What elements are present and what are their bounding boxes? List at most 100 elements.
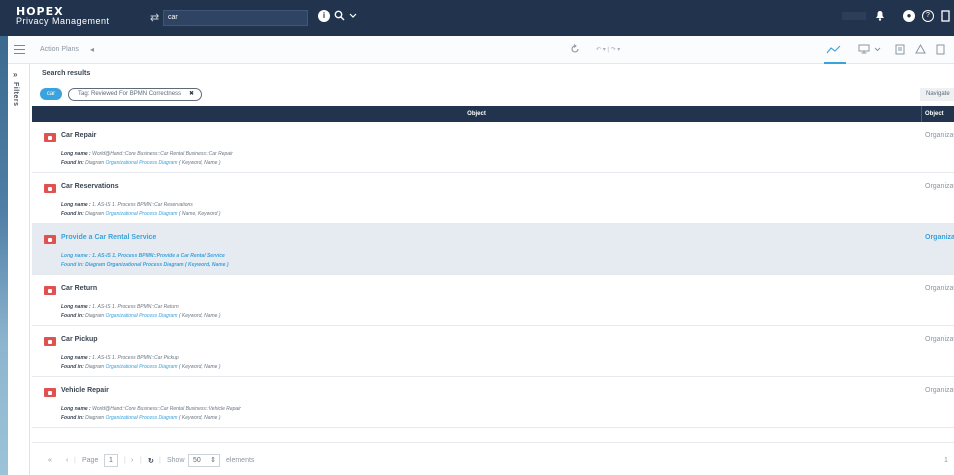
object-name-link[interactable]: Provide a Car Rental Service <box>61 234 156 241</box>
organizational-process-icon <box>44 235 56 244</box>
warning-icon[interactable] <box>915 43 926 58</box>
long-name: Long name : 1. AS-IS 1. Process BPMN::Ca… <box>61 355 179 361</box>
page-number-input[interactable]: 1 <box>104 454 118 467</box>
organizational-process-icon <box>44 337 56 346</box>
long-name: Long name : 1. AS-IS 1. Process BPMN::Ca… <box>61 304 179 310</box>
object-name-link[interactable]: Car Repair <box>61 132 96 139</box>
chart-icon[interactable] <box>826 44 842 58</box>
long-name-label: Long name : <box>61 253 91 259</box>
info-icon[interactable]: i <box>318 10 330 22</box>
search-term-chip[interactable]: car <box>40 88 62 100</box>
user-icon[interactable]: ● <box>903 10 915 22</box>
column-header-object[interactable]: Object <box>32 106 922 122</box>
organizational-process-icon <box>44 184 56 193</box>
long-name-value: World@Hand::Core Business::Car Rental Bu… <box>90 406 241 412</box>
long-name: Long name : 1. AS-IS 1. Process BPMN::Pr… <box>61 253 225 259</box>
found-in-value: Diagram <box>83 313 106 319</box>
tag-filter-chip[interactable]: Tag: Reviewed For BPMN Correctness ✖ <box>68 88 203 101</box>
tag-filter-label: Tag: Reviewed For BPMN Correctness <box>78 91 182 97</box>
document-icon[interactable] <box>895 44 905 59</box>
search-scope-icon[interactable]: ⇄ <box>150 11 159 24</box>
stepper-icon[interactable]: ⇕ <box>210 455 216 466</box>
help-icon[interactable]: ? <box>922 10 934 22</box>
filters-panel-toggle[interactable]: » Filters <box>8 64 30 475</box>
diagram-link[interactable]: Organizational Process Diagram <box>105 211 177 217</box>
diagram-link[interactable]: Organizational Process Diagram <box>105 160 177 166</box>
organizational-process-icon <box>44 133 56 142</box>
first-page-icon[interactable]: « <box>48 457 52 464</box>
organizational-process-icon <box>44 388 56 397</box>
object-type: Organizational <box>925 132 954 139</box>
table-row[interactable]: Provide a Car Rental Service Long name :… <box>32 224 954 275</box>
top-bar: HOPEX Privacy Management ⇄ car i ● ? <box>0 0 954 36</box>
long-name: Long name : World@Hand::Core Business::C… <box>61 406 241 412</box>
table-row[interactable]: Car Return Long name : 1. AS-IS 1. Proce… <box>32 275 954 326</box>
monitor-icon[interactable] <box>858 44 870 58</box>
long-name-value: 1. AS-IS 1. Process BPMN::Car Pickup <box>90 355 179 361</box>
refresh-icon[interactable]: ↻ <box>148 457 154 465</box>
long-name-value: World@Hand::Core Business::Car Rental Bu… <box>90 151 233 157</box>
object-type: Organizational <box>925 285 954 292</box>
object-name-link[interactable]: Car Pickup <box>61 336 98 343</box>
object-name-link[interactable]: Car Reservations <box>61 183 119 190</box>
show-label: Show <box>167 457 185 464</box>
expand-chevron-icon[interactable]: » <box>13 70 17 79</box>
workspace-toolbar: Action Plans ◂ ↶ ▾ | ↷ ▾ <box>8 36 954 64</box>
organizational-process-icon <box>44 286 56 295</box>
previous-page-icon[interactable]: ‹ <box>66 457 68 464</box>
diagram-link[interactable]: Organizational Process Diagram <box>105 415 177 421</box>
long-name-label: Long name : <box>61 202 91 208</box>
table-row[interactable]: Car Reservations Long name : 1. AS-IS 1.… <box>32 173 954 224</box>
breadcrumb[interactable]: Action Plans <box>40 46 79 53</box>
report-icon[interactable] <box>936 44 945 59</box>
bell-icon[interactable] <box>875 10 885 26</box>
search-icon[interactable] <box>334 10 345 26</box>
object-type: Organizational <box>925 387 954 394</box>
object-type: Organizational <box>925 336 954 343</box>
next-page-icon[interactable]: › <box>131 457 133 464</box>
navigate-button[interactable]: Navigate <box>920 88 954 101</box>
table-row[interactable]: Car Pickup Long name : 1. AS-IS 1. Proce… <box>32 326 954 377</box>
user-name <box>842 12 866 20</box>
table-row[interactable]: Car Repair Long name : World@Hand::Core … <box>32 122 954 173</box>
elements-label: elements <box>226 457 255 464</box>
found-in: Found in: Diagram Organizational Process… <box>61 211 221 217</box>
long-name: Long name : 1. AS-IS 1. Process BPMN::Ca… <box>61 202 193 208</box>
long-name-value: 1. AS-IS 1. Process BPMN::Provide a Car … <box>90 253 225 259</box>
filters-label[interactable]: Filters <box>12 82 19 107</box>
found-in-label: Found in: <box>61 262 84 268</box>
page-label: Page <box>82 457 99 464</box>
object-name-link[interactable]: Vehicle Repair <box>61 387 109 394</box>
chevron-down-icon[interactable] <box>874 44 881 58</box>
table-header: Object Object type <box>32 106 954 133</box>
exit-icon[interactable] <box>941 10 951 27</box>
found-in-value: Diagram <box>83 262 107 268</box>
total-count: 1 <box>944 457 948 464</box>
diagram-link[interactable]: Organizational Process Diagram <box>105 313 177 319</box>
found-in-value: Diagram <box>83 415 106 421</box>
long-name-label: Long name : <box>61 151 91 157</box>
diagram-link[interactable]: Organizational Process Diagram <box>107 262 184 268</box>
found-in: Found in: Diagram Organizational Process… <box>61 364 221 370</box>
menu-icon[interactable] <box>14 45 25 54</box>
chevron-down-icon[interactable] <box>349 10 357 26</box>
remove-tag-icon[interactable]: ✖ <box>189 89 194 100</box>
page-size-stepper[interactable]: 50 ⇕ <box>188 454 220 467</box>
found-in-label: Found in: <box>61 364 84 370</box>
found-in-match: ( Name, Keyword ) <box>177 211 221 217</box>
found-in-value: Diagram <box>83 211 106 217</box>
found-in-value: Diagram <box>83 364 106 370</box>
table-row[interactable]: Vehicle Repair Long name : World@Hand::C… <box>32 377 954 428</box>
found-in-label: Found in: <box>61 313 84 319</box>
long-name-label: Long name : <box>61 406 91 412</box>
long-name-value: 1. AS-IS 1. Process BPMN::Car Reservatio… <box>90 202 193 208</box>
back-arrow-icon[interactable]: ◂ <box>90 45 94 54</box>
undo-redo-controls[interactable]: ↶ ▾ | ↷ ▾ <box>596 46 620 53</box>
object-name-link[interactable]: Car Return <box>61 285 97 292</box>
found-in-label: Found in: <box>61 415 84 421</box>
page-title: Search results <box>42 70 91 77</box>
long-name-label: Long name : <box>61 304 91 310</box>
diagram-link[interactable]: Organizational Process Diagram <box>105 364 177 370</box>
refresh-icon[interactable] <box>570 44 580 58</box>
search-input[interactable]: car <box>163 10 308 26</box>
